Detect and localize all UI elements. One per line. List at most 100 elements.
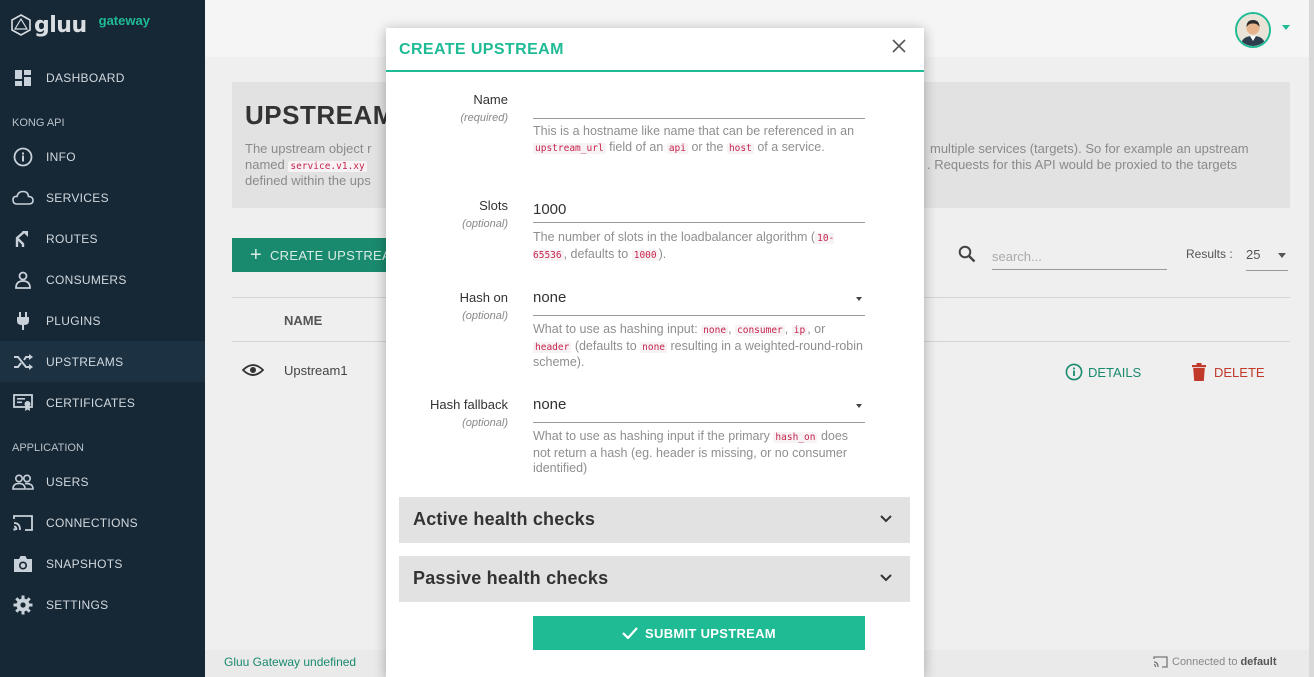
name-hint: (required)	[460, 112, 508, 124]
sidebar-item-services[interactable]: SERVICES	[0, 177, 205, 218]
delete-label: DELETE	[1214, 364, 1265, 380]
help-text: , or	[807, 322, 826, 336]
camera-icon	[12, 553, 34, 575]
details-button[interactable]: DETAILS	[1065, 363, 1141, 381]
name-help: This is a hostname like name that can be…	[533, 124, 863, 156]
sidebar-item-snapshots[interactable]: SNAPSHOTS	[0, 543, 205, 584]
slots-input[interactable]	[533, 197, 865, 223]
avatar-dropdown-caret-icon[interactable]	[1282, 25, 1290, 30]
close-icon[interactable]	[892, 39, 906, 53]
gluu-logo-icon	[11, 14, 31, 36]
chevron-down-icon	[880, 515, 892, 523]
slots-label: Slots	[479, 198, 508, 213]
sidebar-item-label: SNAPSHOTS	[46, 556, 123, 571]
sidebar-item-plugins[interactable]: PLUGINS	[0, 300, 205, 341]
hash-on-hint: (optional)	[462, 310, 508, 322]
help-text: field of an	[609, 139, 664, 154]
search-input[interactable]	[992, 243, 1167, 270]
cast-icon	[12, 512, 34, 534]
help-code: none	[701, 325, 729, 336]
submit-upstream-button[interactable]: SUBMIT UPSTREAM	[533, 616, 865, 650]
footer-connection-prefix: Connected to	[1172, 656, 1238, 668]
chevron-down-icon	[856, 297, 862, 301]
submit-upstream-label: SUBMIT UPSTREAM	[645, 625, 776, 641]
sidebar-item-certificates[interactable]: CERTIFICATES	[0, 382, 205, 423]
sidebar-item-label: CONSUMERS	[46, 272, 127, 287]
hash-on-help: What to use as hashing input: none, cons…	[533, 322, 863, 369]
cloud-icon	[12, 187, 34, 209]
user-avatar[interactable]	[1235, 12, 1271, 48]
sidebar-item-dashboard[interactable]: DASHBOARD	[0, 57, 205, 98]
check-icon	[622, 627, 638, 639]
gear-icon	[12, 594, 34, 616]
name-input[interactable]	[533, 93, 865, 119]
sidebar-item-upstreams[interactable]: UPSTREAMS	[0, 341, 205, 382]
sidebar-item-consumers[interactable]: CONSUMERS	[0, 259, 205, 300]
help-code: consumer	[735, 325, 785, 336]
brand[interactable]: gluu gateway	[0, 0, 205, 50]
active-health-checks-title: Active health checks	[413, 509, 596, 529]
help-code: ip	[791, 325, 808, 336]
hash-fallback-help: What to use as hashing input if the prim…	[533, 429, 863, 477]
create-upstream-modal: CREATE UPSTREAM Name (required) This is …	[386, 28, 924, 677]
help-code: host	[726, 142, 754, 154]
modal-title: CREATE UPSTREAM	[399, 41, 564, 58]
brand-sub: gateway	[98, 12, 150, 28]
hash-fallback-select[interactable]: none	[533, 396, 865, 423]
help-text: This is a hostname like name that can be…	[533, 124, 855, 138]
sidebar: gluu gateway DASHBOARD KONG API INFO SER…	[0, 0, 205, 677]
section-application: APPLICATION	[12, 442, 84, 454]
sidebar-item-label: DASHBOARD	[46, 70, 125, 85]
search-icon[interactable]	[958, 245, 976, 263]
section-kong-api: KONG API	[12, 117, 65, 129]
shuffle-icon	[12, 351, 34, 373]
sidebar-item-connections[interactable]: CONNECTIONS	[0, 502, 205, 543]
sidebar-item-label: UPSTREAMS	[46, 354, 124, 369]
hash-on-label: Hash on	[459, 290, 508, 305]
users-icon	[12, 471, 34, 493]
trash-icon	[1192, 363, 1206, 381]
sidebar-item-label: SERVICES	[46, 190, 109, 205]
dashboard-icon	[12, 67, 34, 89]
page-title: UPSTREAM	[245, 100, 395, 130]
passive-health-checks-title: Passive health checks	[413, 568, 609, 588]
help-code: header	[533, 341, 572, 353]
help-code: 1000	[631, 249, 659, 261]
info-icon	[12, 146, 34, 168]
sidebar-item-info[interactable]: INFO	[0, 136, 205, 177]
passive-health-checks-accordion[interactable]: Passive health checks	[399, 556, 910, 602]
brand-name: gluu	[34, 12, 87, 38]
routes-icon	[12, 228, 34, 250]
footer-connection-value: default	[1240, 656, 1277, 668]
page-scrollbar[interactable]	[1309, 0, 1314, 677]
info-text-c: named	[245, 157, 285, 172]
sidebar-item-label: USERS	[46, 474, 89, 489]
help-text: What to use as hashing input if the prim…	[533, 429, 770, 443]
plug-icon	[12, 310, 34, 332]
info-code: service.v1.xy	[288, 161, 367, 172]
sidebar-item-routes[interactable]: ROUTES	[0, 218, 205, 259]
results-per-page-select[interactable]: 25	[1246, 244, 1288, 271]
eye-icon[interactable]	[242, 362, 264, 378]
certificate-icon	[12, 392, 34, 414]
table-row-name[interactable]: Upstream1	[284, 363, 348, 378]
info-text-d: . Requests for this API would be proxied…	[927, 157, 1238, 172]
chevron-down-icon	[1278, 253, 1286, 258]
sidebar-item-label: INFO	[46, 149, 76, 164]
chevron-down-icon	[856, 404, 862, 408]
results-value: 25	[1246, 247, 1261, 262]
help-text: or the	[691, 139, 724, 154]
help-code: none	[640, 341, 668, 353]
sidebar-item-users[interactable]: USERS	[0, 461, 205, 502]
delete-button[interactable]: DELETE	[1192, 363, 1265, 381]
slots-help: The number of slots in the loadbalancer …	[533, 230, 863, 263]
hash-on-select[interactable]: none	[533, 289, 865, 316]
sidebar-item-settings[interactable]: SETTINGS	[0, 584, 205, 625]
hash-fallback-label: Hash fallback	[429, 397, 508, 412]
help-text: What to use as hashing input:	[533, 322, 698, 336]
help-code: hash_on	[773, 432, 818, 443]
active-health-checks-accordion[interactable]: Active health checks	[399, 497, 910, 543]
slots-hint: (optional)	[462, 218, 508, 230]
results-label: Results :	[1186, 247, 1233, 261]
column-header-name[interactable]: NAME	[284, 313, 322, 328]
